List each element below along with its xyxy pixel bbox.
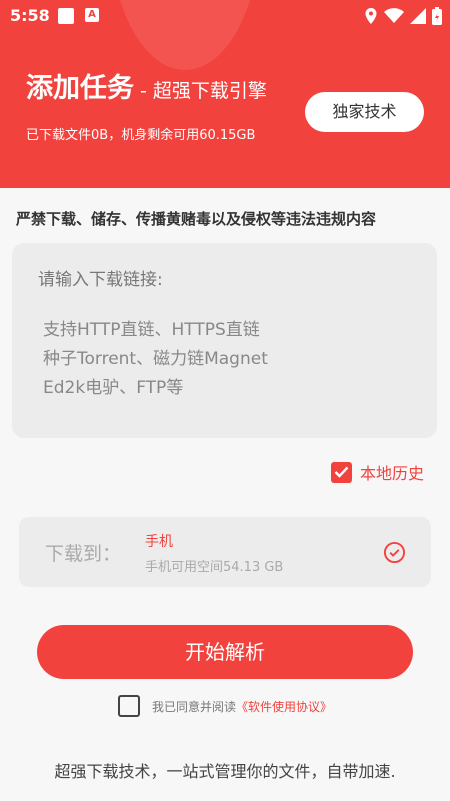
agreement-prefix: 我已同意并阅读	[152, 699, 237, 714]
check-circle-icon	[383, 541, 406, 564]
wifi-icon	[384, 8, 404, 23]
agreement-link[interactable]: 《软件使用协议》	[236, 700, 332, 714]
local-history-toggle[interactable]: 本地历史	[330, 460, 424, 484]
status-bar: 5:58 A	[0, 0, 450, 32]
input-hint-line: Ed2k电驴、FTP等	[43, 378, 184, 398]
destination-name: 手机	[145, 534, 173, 550]
header: 5:58 A 添加任务 - 超强下载引擎 已下载文件0B，机身剩余可用60.15…	[0, 0, 450, 188]
title-row: 添加任务 - 超强下载引擎	[26, 66, 267, 105]
battery-icon	[432, 7, 442, 25]
checkmark-icon	[334, 466, 349, 478]
destination-label: 下载到：	[45, 543, 122, 565]
input-hint: 支持HTTP直链、HTTPS直链 种子Torrent、磁力链Magnet Ed2…	[43, 316, 268, 403]
exclusive-tech-button[interactable]: 独家技术	[305, 92, 424, 132]
history-checkbox[interactable]	[330, 461, 352, 483]
agreement-row: 我已同意并阅读《软件使用协议》	[118, 695, 332, 717]
status-time: 5:58	[10, 6, 50, 25]
app-notification-icon: A	[85, 8, 99, 22]
history-label: 本地历史	[359, 464, 424, 483]
input-label: 请输入下载链接:	[38, 270, 163, 290]
page-subtitle: - 超强下载引擎	[140, 80, 267, 102]
warning-text: 严禁下载、储存、传播黄赌毒以及侵权等违法违规内容	[16, 210, 377, 228]
storage-info: 已下载文件0B，机身剩余可用60.15GB	[26, 128, 256, 143]
location-icon	[365, 8, 377, 24]
download-destination[interactable]: 下载到： 手机 手机可用空间54.13 GB	[19, 517, 431, 587]
download-link-input[interactable]: 请输入下载链接: 支持HTTP直链、HTTPS直链 种子Torrent、磁力链M…	[12, 243, 437, 438]
input-hint-line: 种子Torrent、磁力链Magnet	[43, 349, 268, 369]
notification-icon	[58, 8, 74, 24]
signal-icon	[410, 8, 426, 24]
destination-space: 手机可用空间54.13 GB	[145, 560, 284, 575]
footer-slogan: 超强下载技术，一站式管理你的文件，自带加速.	[54, 762, 396, 781]
start-parse-button[interactable]: 开始解析	[37, 625, 413, 679]
agreement-checkbox[interactable]	[118, 695, 140, 717]
input-hint-line: 支持HTTP直链、HTTPS直链	[43, 320, 260, 340]
agreement-text: 我已同意并阅读《软件使用协议》	[152, 698, 332, 715]
page-title: 添加任务	[26, 73, 134, 104]
